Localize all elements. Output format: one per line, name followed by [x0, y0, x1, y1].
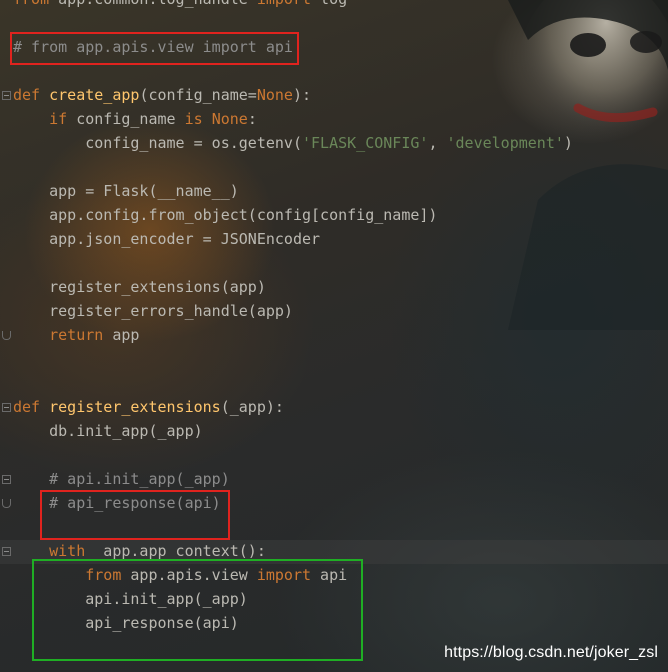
code-line-11[interactable]: app.json_encoder = JSONEncoder — [0, 227, 668, 251]
code-line-blank[interactable] — [0, 443, 668, 467]
statement: app = Flask(__name__) — [13, 182, 239, 200]
statement: _app.app_context(): — [85, 542, 266, 560]
expression: config_name — [67, 110, 185, 128]
code-line-14[interactable]: register_errors_handle(app) — [0, 299, 668, 323]
keyword: from — [13, 0, 49, 8]
annotation-box-green — [32, 559, 363, 661]
statement: db.init_app(_app) — [13, 422, 203, 440]
keyword: if — [49, 110, 68, 128]
code-line-1[interactable]: from app.common.log_handle import log — [0, 0, 668, 11]
code-line-21[interactable]: # api.init_app(_app) — [0, 467, 668, 491]
fold-toggle-icon[interactable] — [2, 403, 11, 412]
fold-end-icon[interactable] — [2, 499, 11, 508]
code-line-blank[interactable] — [0, 371, 668, 395]
code-line-5[interactable]: def create_app(config_name=None): — [0, 83, 668, 107]
statement: app.json_encoder = JSONEncoder — [13, 230, 321, 248]
args-close: ): — [292, 86, 312, 104]
keyword: with — [49, 542, 86, 560]
fold-toggle-icon[interactable] — [2, 91, 11, 100]
annotation-box-red-top — [10, 32, 299, 65]
code-line-10[interactable]: app.config.from_object(config[config_nam… — [0, 203, 668, 227]
code-editor[interactable]: from app.common.log_handle import log # … — [0, 0, 668, 672]
code-line-19[interactable]: db.init_app(_app) — [0, 419, 668, 443]
paren-close: ) — [563, 134, 573, 152]
statement: app.config.from_object(config[config_nam… — [13, 206, 438, 224]
code-line-18[interactable]: def register_extensions(_app): — [0, 395, 668, 419]
keyword: def — [13, 398, 41, 416]
code-line-blank[interactable] — [0, 251, 668, 275]
none-constant: None — [211, 110, 248, 128]
statement: app — [103, 326, 140, 344]
string-literal: 'FLASK_CONFIG' — [302, 134, 429, 152]
args: (_app): — [220, 398, 284, 416]
fold-end-icon[interactable] — [2, 331, 11, 340]
fold-toggle-icon[interactable] — [2, 475, 11, 484]
function-name: create_app — [49, 86, 140, 104]
code-line-15[interactable]: return app — [0, 323, 668, 347]
keyword: import — [257, 0, 311, 8]
code-line-blank[interactable] — [0, 155, 668, 179]
expression: config_name = os.getenv( — [85, 134, 302, 152]
comma: , — [428, 134, 447, 152]
statement: register_extensions(app) — [13, 278, 266, 296]
comment: # api.init_app(_app) — [49, 470, 230, 488]
code-line-blank[interactable] — [0, 347, 668, 371]
code-line-9[interactable]: app = Flask(__name__) — [0, 179, 668, 203]
args: (config_name= — [139, 86, 257, 104]
code-line-13[interactable]: register_extensions(app) — [0, 275, 668, 299]
fold-toggle-icon[interactable] — [2, 547, 11, 556]
keyword: return — [49, 326, 104, 344]
string-literal: 'development' — [446, 134, 564, 152]
keyword: is — [184, 110, 203, 128]
import-name: log — [311, 0, 347, 8]
code-line-6[interactable]: if config_name is None: — [0, 107, 668, 131]
colon: : — [247, 110, 257, 128]
watermark-text: https://blog.csdn.net/joker_zsl — [444, 644, 658, 661]
none-constant: None — [256, 86, 293, 104]
module-name: app.common.log_handle — [49, 0, 257, 8]
statement: register_errors_handle(app) — [13, 302, 293, 320]
keyword: def — [13, 86, 41, 104]
annotation-box-red-middle — [40, 490, 230, 540]
function-name: register_extensions — [49, 398, 221, 416]
code-line-7[interactable]: config_name = os.getenv('FLASK_CONFIG', … — [0, 131, 668, 155]
